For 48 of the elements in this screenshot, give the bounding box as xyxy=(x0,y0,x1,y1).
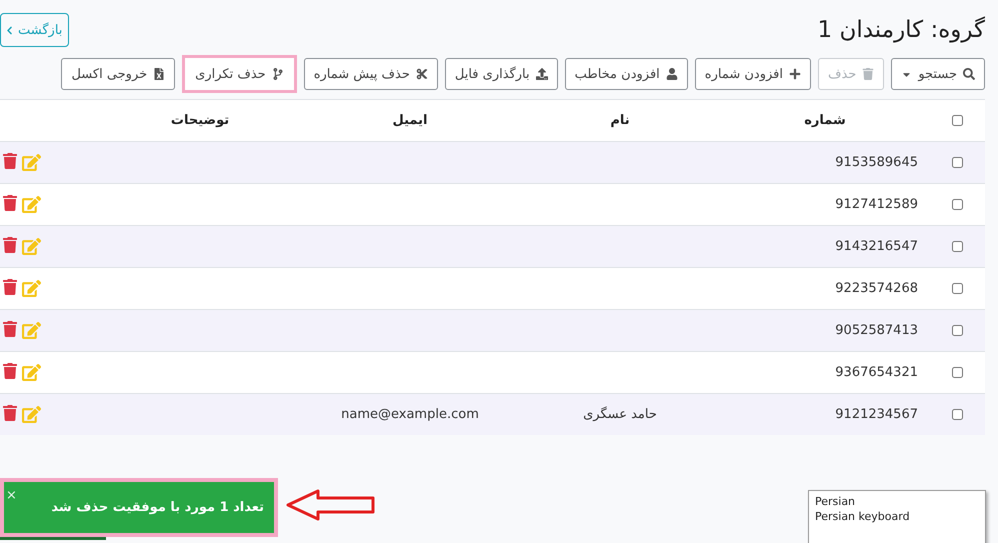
table-cell-text: 9121234567 xyxy=(834,407,919,422)
spreadsheet-file-icon xyxy=(153,68,166,80)
delete-icon[interactable] xyxy=(2,195,18,211)
scissors-icon xyxy=(416,68,428,80)
table-cell-text: 9153589645 xyxy=(834,155,919,170)
upload-icon xyxy=(536,68,548,80)
toolbar-button[interactable]: جستجو xyxy=(891,58,985,90)
plus-icon xyxy=(788,68,801,80)
trash-icon xyxy=(862,68,874,80)
chevron-left-icon xyxy=(5,26,14,34)
toolbar-button[interactable]: خروجی اکسل xyxy=(61,58,176,90)
toast-message: تعداد 1 مورد با موفقیت حذف شد xyxy=(51,500,264,515)
column-header: توضیحات xyxy=(170,113,230,128)
column-header: شماره xyxy=(803,113,847,128)
search-icon xyxy=(963,68,975,80)
table-cell-text: 9127412589 xyxy=(834,197,919,212)
row-checkbox[interactable] xyxy=(952,157,963,168)
toolbar-button[interactable]: افزودن شماره xyxy=(694,58,811,90)
table-cell-text: 9052587413 xyxy=(834,323,919,338)
user-icon xyxy=(666,68,678,80)
row-checkbox[interactable] xyxy=(952,367,963,378)
delete-icon[interactable] xyxy=(2,279,18,295)
column-header: ایمیل xyxy=(392,113,428,128)
table-cell-text: 9223574268 xyxy=(834,281,919,296)
delete-icon[interactable] xyxy=(2,363,18,379)
table-cell-text: 9367654321 xyxy=(834,365,919,380)
row-checkbox[interactable] xyxy=(952,409,963,420)
delete-icon[interactable] xyxy=(2,153,18,169)
table-cell: حامد عسگری xyxy=(583,407,657,422)
column-header: نام xyxy=(609,113,631,128)
popup-text: Persian xyxy=(815,494,856,509)
row-checkbox[interactable] xyxy=(952,199,963,210)
toolbar-button[interactable]: افزودن مخاطب xyxy=(564,58,688,90)
toolbar-button[interactable]: حذف پیش شماره xyxy=(304,58,438,90)
toolbar-button[interactable]: بارگذاری فایل xyxy=(444,58,558,90)
toolbar-button[interactable]: حذف تکراری xyxy=(182,55,297,93)
select-all-checkbox[interactable] xyxy=(952,115,963,126)
delete-icon[interactable] xyxy=(2,237,18,253)
delete-icon[interactable] xyxy=(2,321,18,337)
row-checkbox[interactable] xyxy=(952,283,963,294)
popup-text: Persian keyboard xyxy=(815,509,911,524)
table-cell: name@example.com xyxy=(341,407,479,422)
page-title: گروه: کارمندان 1 xyxy=(818,17,985,43)
table-cell-text: 9143216547 xyxy=(834,239,919,254)
delete-icon[interactable] xyxy=(2,405,18,421)
row-checkbox[interactable] xyxy=(952,325,963,336)
branch-icon xyxy=(272,68,284,80)
row-checkbox[interactable] xyxy=(952,241,963,252)
